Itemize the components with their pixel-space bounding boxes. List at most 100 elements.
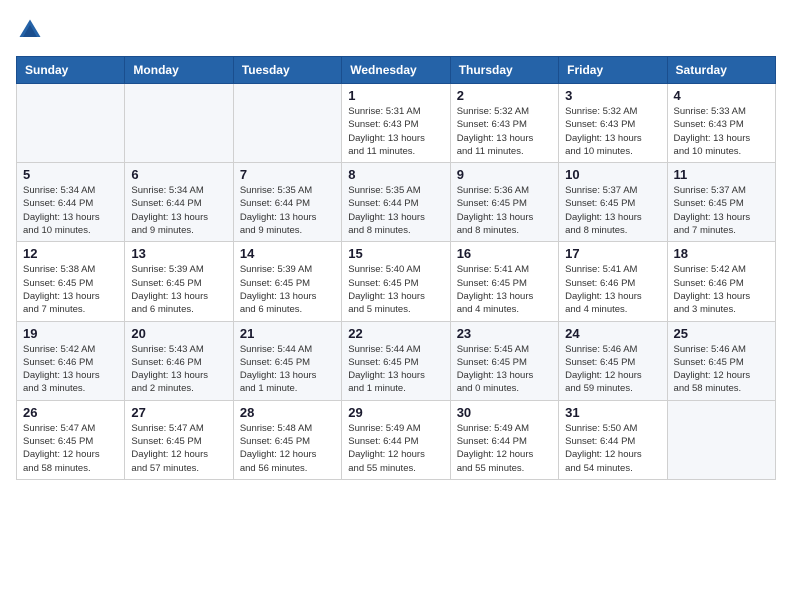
- day-number: 6: [131, 167, 226, 182]
- calendar-cell: 11 Sunrise: 5:37 AM Sunset: 6:45 PM Dayli…: [667, 163, 775, 242]
- calendar-cell: 31 Sunrise: 5:50 AM Sunset: 6:44 PM Dayli…: [559, 400, 667, 479]
- calendar-table: SundayMondayTuesdayWednesdayThursdayFrid…: [16, 56, 776, 480]
- day-number: 14: [240, 246, 335, 261]
- day-info: Sunrise: 5:41 AM Sunset: 6:46 PM Dayligh…: [565, 263, 660, 316]
- calendar-cell: 10 Sunrise: 5:37 AM Sunset: 6:45 PM Dayli…: [559, 163, 667, 242]
- day-number: 20: [131, 326, 226, 341]
- calendar-cell: 20 Sunrise: 5:43 AM Sunset: 6:46 PM Dayli…: [125, 321, 233, 400]
- day-info: Sunrise: 5:37 AM Sunset: 6:45 PM Dayligh…: [565, 184, 660, 237]
- day-info: Sunrise: 5:37 AM Sunset: 6:45 PM Dayligh…: [674, 184, 769, 237]
- calendar-cell: 7Sunrise: 5:35 AM Sunset: 6:44 PM Daylig…: [233, 163, 341, 242]
- day-info: Sunrise: 5:32 AM Sunset: 6:43 PM Dayligh…: [457, 105, 552, 158]
- calendar-cell: 26 Sunrise: 5:47 AM Sunset: 6:45 PM Dayli…: [17, 400, 125, 479]
- day-number: 24: [565, 326, 660, 341]
- calendar-cell: 4Sunrise: 5:33 AM Sunset: 6:43 PM Daylig…: [667, 84, 775, 163]
- calendar-cell: 28 Sunrise: 5:48 AM Sunset: 6:45 PM Dayli…: [233, 400, 341, 479]
- logo: [16, 16, 48, 44]
- day-info: Sunrise: 5:46 AM Sunset: 6:45 PM Dayligh…: [674, 343, 769, 396]
- calendar-cell: 24 Sunrise: 5:46 AM Sunset: 6:45 PM Dayli…: [559, 321, 667, 400]
- calendar-cell: 2 Sunrise: 5:32 AM Sunset: 6:43 PM Daylig…: [450, 84, 558, 163]
- day-info: Sunrise: 5:46 AM Sunset: 6:45 PM Dayligh…: [565, 343, 660, 396]
- day-number: 10: [565, 167, 660, 182]
- calendar-cell: 27 Sunrise: 5:47 AM Sunset: 6:45 PM Dayli…: [125, 400, 233, 479]
- day-number: 15: [348, 246, 443, 261]
- day-header-monday: Monday: [125, 57, 233, 84]
- day-number: 1: [348, 88, 443, 103]
- day-info: Sunrise: 5:48 AM Sunset: 6:45 PM Dayligh…: [240, 422, 335, 475]
- day-number: 29: [348, 405, 443, 420]
- calendar-cell: 30 Sunrise: 5:49 AM Sunset: 6:44 PM Dayli…: [450, 400, 558, 479]
- day-info: Sunrise: 5:32 AM Sunset: 6:43 PM Dayligh…: [565, 105, 660, 158]
- page-header: [16, 16, 776, 44]
- calendar-cell: 22 Sunrise: 5:44 AM Sunset: 6:45 PM Dayli…: [342, 321, 450, 400]
- day-number: 30: [457, 405, 552, 420]
- calendar-cell: [125, 84, 233, 163]
- day-info: Sunrise: 5:35 AM Sunset: 6:44 PM Dayligh…: [240, 184, 335, 237]
- day-header-thursday: Thursday: [450, 57, 558, 84]
- day-info: Sunrise: 5:33 AM Sunset: 6:43 PM Dayligh…: [674, 105, 769, 158]
- day-number: 19: [23, 326, 118, 341]
- day-info: Sunrise: 5:39 AM Sunset: 6:45 PM Dayligh…: [131, 263, 226, 316]
- calendar-cell: 18Sunrise: 5:42 AM Sunset: 6:46 PM Dayli…: [667, 242, 775, 321]
- calendar-cell: 5 Sunrise: 5:34 AM Sunset: 6:44 PM Daylig…: [17, 163, 125, 242]
- calendar-cell: 15 Sunrise: 5:40 AM Sunset: 6:45 PM Dayli…: [342, 242, 450, 321]
- day-header-sunday: Sunday: [17, 57, 125, 84]
- calendar-cell: 16Sunrise: 5:41 AM Sunset: 6:45 PM Dayli…: [450, 242, 558, 321]
- day-number: 26: [23, 405, 118, 420]
- calendar-cell: [667, 400, 775, 479]
- calendar-cell: [233, 84, 341, 163]
- day-info: Sunrise: 5:34 AM Sunset: 6:44 PM Dayligh…: [23, 184, 118, 237]
- day-header-friday: Friday: [559, 57, 667, 84]
- calendar-cell: 3Sunrise: 5:32 AM Sunset: 6:43 PM Daylig…: [559, 84, 667, 163]
- calendar-cell: 17 Sunrise: 5:41 AM Sunset: 6:46 PM Dayli…: [559, 242, 667, 321]
- week-row-1: 1 Sunrise: 5:31 AM Sunset: 6:43 PM Daylig…: [17, 84, 776, 163]
- day-info: Sunrise: 5:42 AM Sunset: 6:46 PM Dayligh…: [23, 343, 118, 396]
- day-number: 21: [240, 326, 335, 341]
- day-info: Sunrise: 5:49 AM Sunset: 6:44 PM Dayligh…: [348, 422, 443, 475]
- day-number: 2: [457, 88, 552, 103]
- day-info: Sunrise: 5:36 AM Sunset: 6:45 PM Dayligh…: [457, 184, 552, 237]
- calendar-cell: 9Sunrise: 5:36 AM Sunset: 6:45 PM Daylig…: [450, 163, 558, 242]
- day-header-tuesday: Tuesday: [233, 57, 341, 84]
- day-info: Sunrise: 5:50 AM Sunset: 6:44 PM Dayligh…: [565, 422, 660, 475]
- day-info: Sunrise: 5:41 AM Sunset: 6:45 PM Dayligh…: [457, 263, 552, 316]
- day-number: 27: [131, 405, 226, 420]
- calendar-cell: 8 Sunrise: 5:35 AM Sunset: 6:44 PM Daylig…: [342, 163, 450, 242]
- day-header-wednesday: Wednesday: [342, 57, 450, 84]
- day-info: Sunrise: 5:43 AM Sunset: 6:46 PM Dayligh…: [131, 343, 226, 396]
- day-number: 5: [23, 167, 118, 182]
- day-number: 8: [348, 167, 443, 182]
- day-number: 23: [457, 326, 552, 341]
- day-info: Sunrise: 5:44 AM Sunset: 6:45 PM Dayligh…: [348, 343, 443, 396]
- calendar-cell: 21 Sunrise: 5:44 AM Sunset: 6:45 PM Dayli…: [233, 321, 341, 400]
- calendar-cell: 13Sunrise: 5:39 AM Sunset: 6:45 PM Dayli…: [125, 242, 233, 321]
- day-info: Sunrise: 5:40 AM Sunset: 6:45 PM Dayligh…: [348, 263, 443, 316]
- calendar-cell: 1 Sunrise: 5:31 AM Sunset: 6:43 PM Daylig…: [342, 84, 450, 163]
- day-info: Sunrise: 5:44 AM Sunset: 6:45 PM Dayligh…: [240, 343, 335, 396]
- day-info: Sunrise: 5:34 AM Sunset: 6:44 PM Dayligh…: [131, 184, 226, 237]
- day-number: 22: [348, 326, 443, 341]
- day-header-saturday: Saturday: [667, 57, 775, 84]
- day-info: Sunrise: 5:39 AM Sunset: 6:45 PM Dayligh…: [240, 263, 335, 316]
- calendar-cell: 14 Sunrise: 5:39 AM Sunset: 6:45 PM Dayli…: [233, 242, 341, 321]
- day-info: Sunrise: 5:35 AM Sunset: 6:44 PM Dayligh…: [348, 184, 443, 237]
- day-number: 11: [674, 167, 769, 182]
- day-number: 25: [674, 326, 769, 341]
- week-row-4: 19 Sunrise: 5:42 AM Sunset: 6:46 PM Dayli…: [17, 321, 776, 400]
- week-row-2: 5 Sunrise: 5:34 AM Sunset: 6:44 PM Daylig…: [17, 163, 776, 242]
- header-row: SundayMondayTuesdayWednesdayThursdayFrid…: [17, 57, 776, 84]
- day-number: 12: [23, 246, 118, 261]
- calendar-cell: 19 Sunrise: 5:42 AM Sunset: 6:46 PM Dayli…: [17, 321, 125, 400]
- day-number: 17: [565, 246, 660, 261]
- calendar-cell: 12Sunrise: 5:38 AM Sunset: 6:45 PM Dayli…: [17, 242, 125, 321]
- day-info: Sunrise: 5:49 AM Sunset: 6:44 PM Dayligh…: [457, 422, 552, 475]
- day-number: 18: [674, 246, 769, 261]
- week-row-3: 12Sunrise: 5:38 AM Sunset: 6:45 PM Dayli…: [17, 242, 776, 321]
- week-row-5: 26 Sunrise: 5:47 AM Sunset: 6:45 PM Dayli…: [17, 400, 776, 479]
- day-number: 31: [565, 405, 660, 420]
- calendar-cell: 25 Sunrise: 5:46 AM Sunset: 6:45 PM Dayli…: [667, 321, 775, 400]
- day-info: Sunrise: 5:47 AM Sunset: 6:45 PM Dayligh…: [131, 422, 226, 475]
- day-info: Sunrise: 5:31 AM Sunset: 6:43 PM Dayligh…: [348, 105, 443, 158]
- day-info: Sunrise: 5:47 AM Sunset: 6:45 PM Dayligh…: [23, 422, 118, 475]
- day-number: 28: [240, 405, 335, 420]
